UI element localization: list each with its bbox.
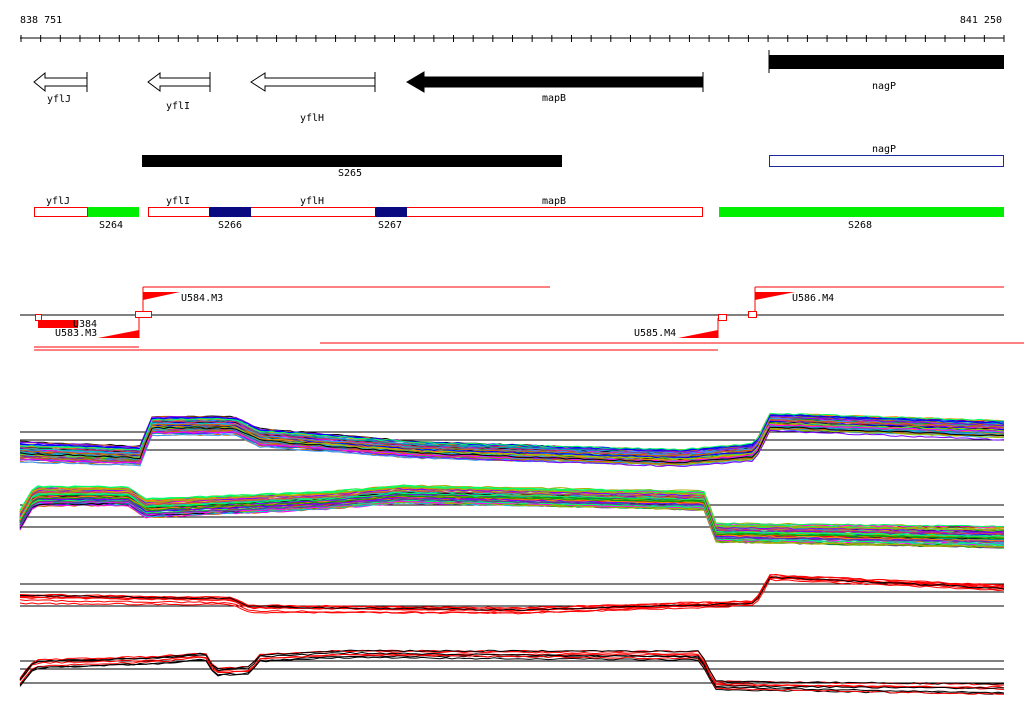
segment-track: S265 nagP <box>142 144 1004 179</box>
transcript-marker <box>135 311 152 318</box>
transcript-marker <box>718 314 727 321</box>
gene-label-nagp: nagP <box>872 81 896 92</box>
segment-label-s265: S265 <box>338 168 362 179</box>
annot-label-s267: S267 <box>378 220 402 231</box>
transcript-label-u585: U585.M4 <box>634 328 676 339</box>
segment-s265[interactable] <box>142 155 562 167</box>
coordinate-end-label: 841 250 <box>960 15 1002 26</box>
coordinate-start-label: 838 751 <box>20 15 62 26</box>
transcript-flag-u583[interactable] <box>98 330 139 338</box>
segment-nagp-outline[interactable] <box>769 155 1004 167</box>
transcript-label-u583: U583.M3 <box>55 328 97 339</box>
annot-label-s268: S268 <box>848 220 872 231</box>
genome-browser-view: 838 751 841 250 yflJ yflI yflH mapB nagP… <box>19 15 1024 695</box>
gene-arrow-mapb[interactable] <box>406 71 704 93</box>
gene-arrow-yfli[interactable] <box>147 72 211 92</box>
annot-gene-label-mapb: mapB <box>542 196 566 207</box>
expression-panel-4 <box>19 649 1005 695</box>
annot-gene-label-yfli: yflI <box>166 196 190 207</box>
annot-block-s264[interactable] <box>88 207 139 217</box>
annot-gene-label-yflh: yflH <box>300 196 324 207</box>
transcript-flag-u585[interactable] <box>678 330 718 338</box>
annot-gene-label-yflj: yflJ <box>46 196 70 207</box>
gene-label-yfli: yflI <box>166 101 190 112</box>
annot-block-s267[interactable] <box>375 207 407 217</box>
gene-arrow-yflj[interactable] <box>33 71 88 93</box>
transcript-flag-u586[interactable] <box>755 292 795 300</box>
transcript-block-u384[interactable] <box>38 320 78 328</box>
transcript-flag-u584[interactable] <box>143 292 180 300</box>
transcript-track: U584.M3 U586.M4 U384 U583.M3 U585.M4 <box>20 286 1024 351</box>
transcript-marker <box>748 311 757 318</box>
gene-label-mapb: mapB <box>542 93 566 104</box>
annot-box-yflj[interactable] <box>34 207 88 217</box>
gene-bar-nagp[interactable] <box>769 55 1004 69</box>
expression-profile-line <box>20 576 1005 611</box>
annot-block-s266[interactable] <box>209 207 251 217</box>
expression-panel-3 <box>19 573 1005 615</box>
transcript-label-u584: U584.M3 <box>181 293 223 304</box>
annot-label-s264: S264 <box>99 220 123 231</box>
gene-label-yflj: yflJ <box>47 94 71 105</box>
transcript-marker <box>35 314 42 321</box>
expression-panel-1 <box>19 412 1005 467</box>
gene-arrow-yflh[interactable] <box>250 72 376 92</box>
expression-panel-2 <box>19 484 1005 549</box>
annotation-track: yflJ yflI yflH mapB S264 S266 S267 S268 <box>34 196 1004 231</box>
coordinate-axis: 838 751 841 250 <box>20 15 1005 42</box>
expression-profile-line <box>19 653 1004 695</box>
annot-label-s266: S266 <box>218 220 242 231</box>
segment-label-nagp: nagP <box>872 144 896 155</box>
gene-track: yflJ yflI yflH mapB nagP <box>33 50 1004 124</box>
gene-label-yflh: yflH <box>300 113 324 124</box>
transcript-label-u586: U586.M4 <box>792 293 834 304</box>
annot-block-s268[interactable] <box>719 207 1004 217</box>
